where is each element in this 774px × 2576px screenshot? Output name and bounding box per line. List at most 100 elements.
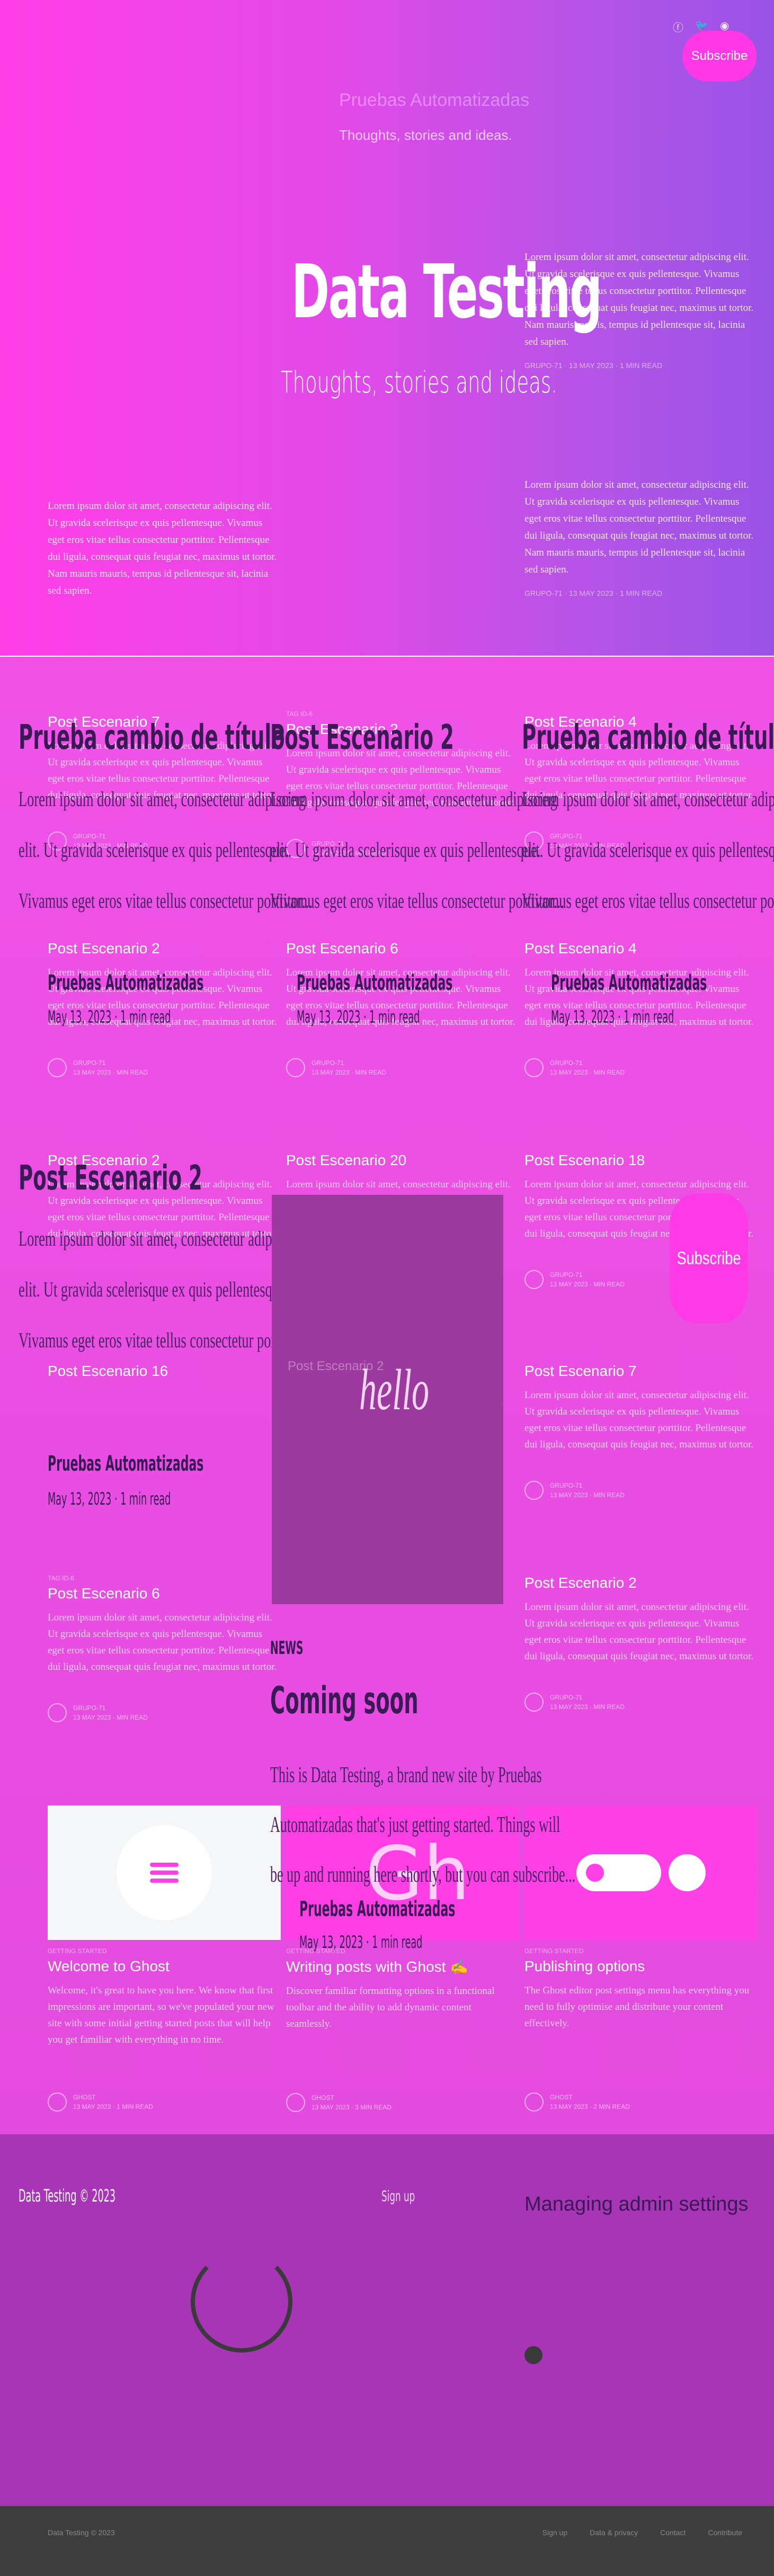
post-author[interactable]: GRUPO-71: [550, 1693, 625, 1702]
post-author[interactable]: GRUPO-71: [73, 1703, 148, 1713]
post-author[interactable]: GRUPO-71: [550, 1270, 625, 1280]
avatar[interactable]: [524, 1693, 544, 1712]
post-title[interactable]: Post Escenario 18: [524, 1152, 758, 1169]
avatar[interactable]: [286, 1058, 305, 1077]
avatar[interactable]: [524, 1270, 544, 1289]
footer-nav: Sign up Data & privacy Contact Contribut…: [542, 2528, 742, 2537]
post-title[interactable]: Publishing options: [524, 1958, 758, 1975]
featured-meta: GRUPO-71 · 13 MAY 2023 · 1 MIN READ: [524, 361, 663, 370]
footer-signup-section: Data Testing © 2023 Sign up Managing adm…: [0, 2134, 774, 2506]
post-read-time: 3 MIN READ: [355, 2104, 392, 2111]
post-author[interactable]: GRUPO-71: [550, 1481, 625, 1490]
post-card[interactable]: GETTING STARTED Publishing options The G…: [524, 1947, 758, 2112]
post-title[interactable]: Welcome to Ghost: [48, 1958, 281, 1975]
featured-card-left[interactable]: Lorem ipsum dolor sit amet, consectetur …: [48, 498, 281, 600]
post-date: 13 MAY 2023: [550, 1281, 588, 1288]
post-date: 13 MAY 2023: [73, 1069, 111, 1076]
site-footer: Data Testing © 2023 Sign up Data & priva…: [0, 2506, 774, 2576]
hero-bg-tag: Pruebas Automatizadas: [339, 90, 530, 110]
overlay-date: May 13, 2023 · 1 min read: [48, 1007, 171, 1027]
post-author[interactable]: GRUPO-71: [73, 1058, 148, 1068]
avatar[interactable]: [524, 1058, 544, 1077]
coming-soon-body: This is Data Testing, a brand new site b…: [270, 1750, 575, 1900]
post-author[interactable]: GHOST: [73, 2092, 153, 2102]
overlay-post-title[interactable]: Prueba cambio de título: [19, 718, 285, 757]
overlay-post-title[interactable]: Post Escenario 2: [270, 718, 454, 757]
footer-link[interactable]: Contact: [660, 2528, 686, 2537]
post-card[interactable]: Post Escenario 20 Lorem ipsum dolor sit …: [286, 1152, 519, 1192]
avatar[interactable]: [524, 2092, 544, 2112]
post-date: 13 MAY 2023: [550, 1703, 588, 1711]
post-title[interactable]: Post Escenario 4: [524, 940, 758, 957]
facebook-icon[interactable]: ⓕ: [673, 19, 683, 34]
post-card[interactable]: Post Escenario 2 Lorem ipsum dolor sit a…: [524, 1575, 758, 1712]
avatar[interactable]: [48, 1703, 67, 1722]
overlay-post-title[interactable]: Post Escenario 2: [19, 1159, 202, 1198]
post-read-time: MIN READ: [117, 1069, 148, 1076]
footer-link[interactable]: Data & privacy: [590, 2528, 638, 2537]
overlay-author[interactable]: Pruebas Automatizadas: [48, 971, 203, 995]
managing-settings-title[interactable]: Managing admin settings: [524, 2193, 752, 2216]
post-tag: GETTING STARTED: [524, 1947, 584, 1955]
post-card[interactable]: GETTING STARTED Welcome to Ghost Welcome…: [48, 1947, 281, 2112]
dial-icon: [669, 1854, 706, 1891]
overlay-post-title[interactable]: Prueba cambio de título: [522, 718, 774, 757]
post-author[interactable]: GRUPO-71: [550, 1058, 625, 1068]
featured-card-right-2[interactable]: Lorem ipsum dolor sit amet, consectetur …: [524, 477, 758, 597]
avatar[interactable]: [524, 1481, 544, 1500]
post-author[interactable]: GRUPO-71: [312, 1058, 386, 1068]
avatar[interactable]: [286, 2093, 305, 2112]
site-description: Thoughts, stories and ideas.: [281, 365, 557, 400]
post-title[interactable]: Post Escenario 2: [48, 940, 281, 957]
post-read-time: MIN READ: [593, 1491, 625, 1499]
featured-meta: GRUPO-71 · 13 MAY 2023 · 1 MIN READ: [524, 589, 663, 597]
overlay-body-line: Lorem ipsum dolor sit amet, consectetur …: [522, 787, 774, 811]
overlay-post-body: Lorem ipsum dolor sit amet, consectetur …: [270, 774, 564, 926]
post-date: 13 MAY 2023: [550, 1069, 588, 1076]
post-title[interactable]: Post Escenario 2: [524, 1575, 758, 1591]
post-card[interactable]: Post Escenario 7 Lorem ipsum dolor sit a…: [524, 1363, 758, 1500]
post-title[interactable]: Post Escenario 6: [48, 1585, 281, 1602]
post-title[interactable]: Post Escenario 6: [286, 940, 519, 957]
post-title[interactable]: Writing posts with Ghost ✍️: [286, 1958, 519, 1975]
post-date: 13 MAY 2023: [312, 2104, 350, 2111]
post-card[interactable]: TAG ID-6 Post Escenario 6 Lorem ipsum do…: [48, 1575, 281, 1722]
post-author[interactable]: GHOST: [312, 2093, 392, 2103]
subscribe-floating-button[interactable]: Subscribe: [670, 1194, 748, 1323]
post-thumbnail[interactable]: [48, 1805, 281, 1940]
overlay-author[interactable]: Pruebas Automatizadas: [297, 971, 452, 995]
post-tag: TAG ID-6: [286, 710, 313, 718]
avatar[interactable]: [48, 1058, 67, 1077]
overlay-author[interactable]: Pruebas Automatizadas: [48, 1452, 203, 1476]
overlay-body-line: Lorem ipsum dolor sit amet, consectetur …: [19, 1227, 306, 1250]
featured-card-right-1[interactable]: Lorem ipsum dolor sit amet, consectetur …: [524, 249, 758, 370]
footer-link[interactable]: Sign up: [542, 2528, 567, 2537]
menu-icon: [117, 1825, 212, 1920]
post-excerpt: Lorem ipsum dolor sit amet, consectetur …: [286, 1179, 511, 1190]
overlay-body-line: elit. Ut gravida scelerisque ex quis pel…: [522, 838, 774, 862]
overlay-post-body: Lorem ipsum dolor sit amet, consectetur …: [522, 774, 774, 926]
news-tag[interactable]: NEWS: [270, 1638, 304, 1659]
overlay-author[interactable]: Pruebas Automatizadas: [551, 971, 707, 995]
overlay-author[interactable]: Pruebas Automatizadas: [299, 1897, 455, 1921]
post-card[interactable]: GETTING STARTED Writing posts with Ghost…: [286, 1947, 519, 2112]
footer-signup-link[interactable]: Sign up: [381, 2187, 415, 2205]
post-excerpt: The Ghost editor post settings menu has …: [524, 1985, 750, 2029]
footer-copyright: Data Testing © 2023: [48, 2528, 115, 2537]
post-title[interactable]: Post Escenario 20: [286, 1152, 519, 1169]
post-card[interactable]: Post Escenario 16: [48, 1363, 281, 1387]
post-read-time: MIN READ: [117, 1714, 148, 1721]
post-read-time: MIN READ: [593, 1703, 625, 1711]
post-title[interactable]: Post Escenario 7: [524, 1363, 758, 1380]
post-title[interactable]: Post Escenario 16: [48, 1363, 281, 1380]
overlay-body-line: Lorem ipsum dolor sit amet, consectetur …: [270, 787, 557, 811]
post-tag: TAG ID-6: [48, 1575, 74, 1582]
post-excerpt: Lorem ipsum dolor sit amet, consectetur …: [524, 1390, 754, 1450]
subscribe-button[interactable]: Subscribe: [682, 31, 757, 82]
footer-link[interactable]: Contribute: [708, 2528, 742, 2537]
coming-soon-title[interactable]: Coming soon: [270, 1679, 419, 1722]
post-author[interactable]: GHOST: [550, 2092, 630, 2102]
post-image-card[interactable]: Post Escenario 2 hello: [272, 1195, 503, 1604]
avatar[interactable]: [48, 2092, 67, 2112]
featured-excerpt: Lorem ipsum dolor sit amet, consectetur …: [48, 500, 277, 596]
